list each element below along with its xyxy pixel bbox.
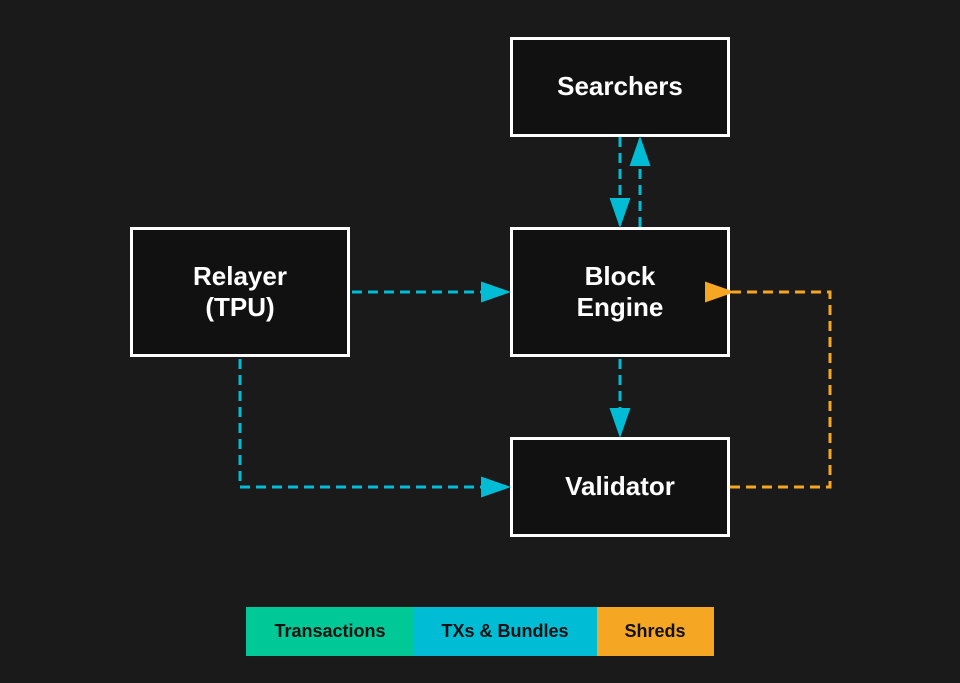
legend-shreds-label: Shreds [625,621,686,642]
relayer-label: Relayer(TPU) [193,261,287,323]
legend-bundles-label: TXs & Bundles [441,621,568,642]
legend-bundles: TXs & Bundles [413,607,596,656]
searchers-label: Searchers [557,71,683,102]
validator-label: Validator [565,471,675,502]
validator-to-blockengine-orange-arrow [730,292,830,487]
block-engine-node: BlockEngine [510,227,730,357]
validator-node: Validator [510,437,730,537]
legend-transactions-label: Transactions [274,621,385,642]
block-engine-label: BlockEngine [577,261,664,323]
legend: Transactions TXs & Bundles Shreds [246,607,713,656]
diagram: Searchers BlockEngine Relayer(TPU) Valid… [70,27,890,587]
legend-shreds: Shreds [597,607,714,656]
legend-transactions: Transactions [246,607,413,656]
relayer-node: Relayer(TPU) [130,227,350,357]
searchers-node: Searchers [510,37,730,137]
